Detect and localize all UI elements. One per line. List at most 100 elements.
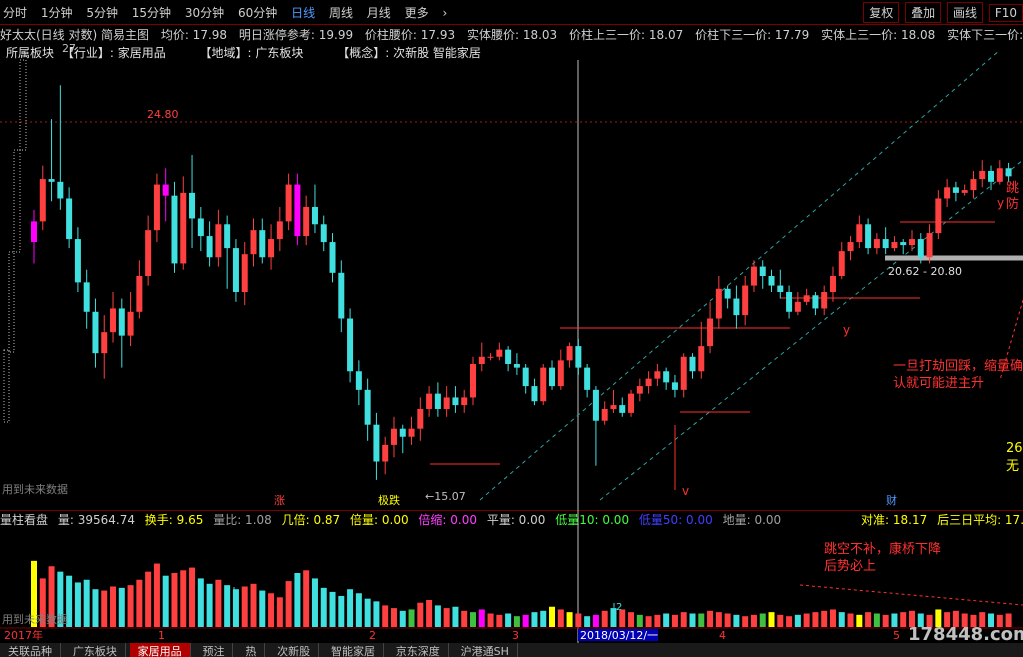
bottom-sector-tabs: 关联品种 广东板块 家居用品 预注 热 次新股 智能家居 京东深度 沪港通SH [0, 643, 1023, 657]
candle [636, 378, 643, 402]
candle [996, 160, 1003, 185]
candle [408, 416, 415, 445]
candle [610, 389, 617, 413]
volume-bar [584, 616, 591, 627]
candle [171, 181, 178, 273]
volume-bar [311, 578, 318, 627]
candle [873, 233, 880, 255]
candle [733, 285, 740, 329]
volume-bar [865, 612, 872, 627]
btab-jiaju[interactable]: 家居用品 [129, 643, 191, 657]
candle [882, 227, 889, 255]
volume-bar [373, 601, 380, 627]
volume-bar [531, 612, 538, 627]
candle [127, 292, 134, 347]
btab-related[interactable]: 关联品种 [0, 643, 61, 657]
volume-mark-2: !2 [612, 602, 622, 613]
watermark: 178448.com [908, 624, 1023, 645]
candle [654, 363, 661, 387]
candle [443, 386, 450, 417]
candle [92, 298, 99, 368]
btab-smarthome[interactable]: 智能家居 [323, 643, 384, 657]
candle [39, 165, 46, 231]
btab-jd[interactable]: 京东深度 [388, 643, 449, 657]
candle [531, 378, 538, 406]
candle [390, 416, 397, 458]
volume-bar [118, 587, 125, 627]
candle [66, 187, 73, 249]
volume-bar [92, 589, 99, 627]
candle [74, 227, 81, 293]
btab-hgt[interactable]: 沪港通SH [453, 643, 518, 657]
candle [777, 269, 784, 299]
volume-bar [856, 614, 863, 627]
dieting-mark: 极跌 [378, 493, 400, 507]
volume-bar [461, 610, 468, 627]
btab-yuzhu[interactable]: 预注 [194, 643, 234, 657]
volume-bar [689, 613, 696, 627]
candle [496, 342, 503, 361]
volume-bar [715, 612, 722, 627]
candle [399, 424, 406, 454]
candle [856, 215, 863, 249]
volume-bar [268, 593, 275, 627]
btab-guangdong[interactable]: 广东板块 [65, 643, 126, 657]
volume-bar [900, 612, 907, 627]
candle [206, 221, 213, 267]
volume-bar [759, 613, 766, 627]
candle [970, 170, 977, 199]
candle [57, 85, 64, 210]
left-dotted-scale [3, 59, 27, 423]
volume-bar [241, 586, 248, 627]
volume-bar [671, 614, 678, 627]
kline-chart[interactable]: 27. 24.80 ←15.07 20.62 - 20.80 用到未来数据 用到… [0, 0, 1023, 657]
candle [338, 260, 345, 333]
candle [900, 239, 907, 255]
volume-note-1: 跳空不补，康桥下降 [824, 541, 941, 557]
volume-bar [74, 582, 81, 627]
volume-bar [250, 583, 257, 627]
candle [838, 242, 845, 280]
volume-bar [663, 613, 670, 627]
candle [803, 288, 810, 306]
candle [891, 236, 898, 252]
candle [197, 206, 204, 252]
volume-bar [549, 606, 556, 627]
volume-bar [153, 563, 160, 627]
volume-bar [873, 613, 880, 627]
range-label: 20.62 - 20.80 [888, 265, 962, 278]
volume-bar [707, 610, 714, 627]
candle [136, 260, 143, 319]
annotation-note-2: 认就可能进主升 [893, 376, 984, 391]
volume-bar [575, 613, 582, 627]
volume-bar [803, 613, 810, 627]
candle [619, 397, 626, 417]
candle [663, 367, 670, 390]
volume-bar [259, 590, 266, 627]
future-data-label: 用到未来数据 [2, 482, 68, 496]
candle [988, 165, 995, 191]
candle [671, 374, 678, 398]
volume-bar [636, 614, 643, 627]
volume-bar [680, 612, 687, 627]
volume-bar [83, 579, 90, 627]
volume-mark-1: ! [232, 586, 236, 597]
volume-bar [364, 598, 371, 627]
candle [101, 315, 108, 379]
volume-bar [426, 600, 433, 627]
btab-hot[interactable]: 热 [237, 643, 266, 657]
candle [347, 308, 354, 383]
candle [698, 321, 705, 379]
candle [742, 275, 749, 326]
volume-bar [838, 612, 845, 627]
volume-bar [592, 614, 599, 627]
candle [189, 154, 196, 249]
candle [434, 382, 441, 417]
volume-bar [136, 579, 143, 627]
volume-bar [101, 590, 108, 627]
candle [329, 233, 336, 283]
candle [601, 401, 608, 425]
future-data-label-2: 用到未来数据 [2, 612, 68, 626]
candle [241, 242, 248, 306]
btab-cixin[interactable]: 次新股 [269, 643, 320, 657]
